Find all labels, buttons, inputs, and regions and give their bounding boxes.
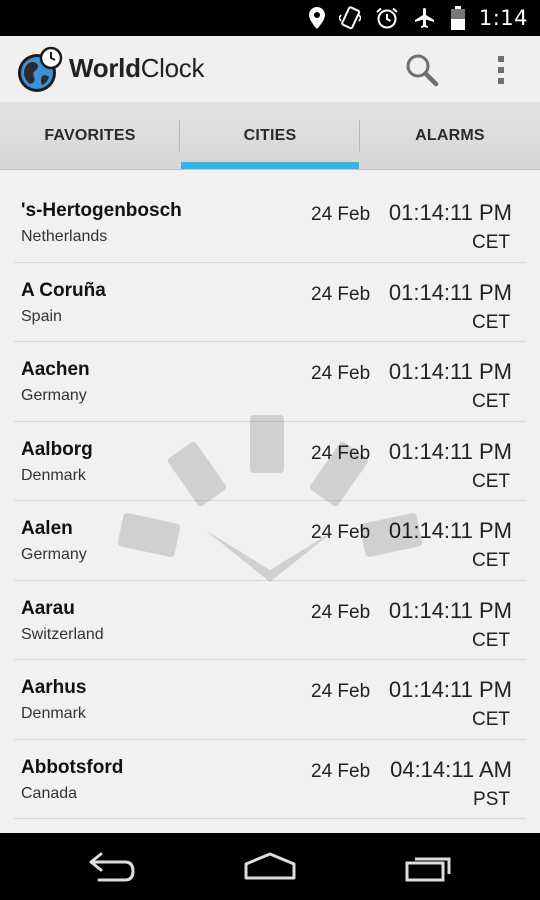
city-timezone: CET — [472, 470, 510, 492]
app-title-regular: Clock — [140, 53, 205, 83]
country-name: Denmark — [21, 466, 86, 484]
city-time: 01:14:11 PM — [388, 677, 512, 702]
search-icon — [406, 54, 439, 87]
back-icon — [89, 852, 135, 882]
city-time: 01:14:11 PM — [388, 597, 512, 623]
city-date: 24 Feb — [311, 760, 371, 782]
country-name: Netherlands — [21, 228, 108, 245]
city-row[interactable]: Aachen Germany 24 Feb 01:14:11 PM CET — [14, 342, 526, 422]
action-bar: WorldClock — [0, 36, 540, 102]
city-row[interactable]: Aalen Germany 24 Feb 01:14:11 PM CET — [14, 501, 526, 581]
country-name: Spain — [21, 307, 62, 325]
city-row[interactable]: Aalborg Denmark 24 Feb 01:14:11 PM CET — [14, 422, 526, 501]
tab-cities-label: CITIES — [243, 126, 297, 144]
city-timezone: PST — [473, 788, 510, 810]
city-date: 24 Feb — [311, 363, 371, 384]
app-title: WorldClock — [69, 53, 205, 84]
more-vert-icon — [498, 56, 504, 84]
status-time: 1:14 — [478, 6, 528, 30]
city-name: A Coruña — [21, 279, 106, 301]
recent-apps-icon — [405, 857, 451, 882]
city-time: 01:14:11 PM — [388, 359, 512, 384]
tab-favorites-label: FAVORITES — [44, 126, 136, 144]
country-name: Canada — [21, 784, 78, 802]
city-date: 24 Feb — [311, 283, 371, 305]
city-row[interactable]: A Coruña Spain 24 Feb 01:14:11 PM CET — [14, 263, 526, 342]
home-button[interactable] — [235, 847, 305, 887]
battery-icon — [450, 6, 465, 30]
city-name: Aachen — [21, 359, 90, 380]
country-name: Switzerland — [21, 625, 104, 643]
tab-bar: FAVORITES CITIES ALARMS — [0, 102, 540, 170]
city-row[interactable]: Abbotsford Canada 24 Feb 04:14:11 AM PST — [14, 740, 526, 819]
airplane-icon — [414, 8, 434, 28]
city-date: 24 Feb — [311, 442, 371, 464]
city-name: Aarhus — [21, 677, 87, 698]
city-timezone: CET — [472, 391, 510, 412]
home-icon — [244, 852, 296, 880]
search-button[interactable] — [400, 49, 444, 91]
city-row[interactable]: Aarhus Denmark 24 Feb 01:14:11 PM CET — [14, 660, 526, 740]
city-name: Aalborg — [21, 438, 93, 460]
city-name: Aalen — [21, 518, 73, 539]
city-time: 01:14:11 PM — [388, 438, 512, 464]
city-name: Abbotsford — [21, 756, 124, 778]
country-name: Germany — [21, 546, 87, 563]
city-time: 01:14:11 PM — [388, 200, 512, 225]
city-row[interactable]: 's-Hertogenbosch Netherlands 24 Feb 01:1… — [14, 183, 526, 263]
city-timezone: CET — [472, 550, 510, 571]
tab-alarms[interactable]: ALARMS — [360, 102, 540, 169]
back-button[interactable] — [77, 847, 147, 887]
app-title-bold: World — [69, 53, 141, 83]
tab-cities[interactable]: CITIES — [180, 102, 360, 169]
city-time: 04:14:11 AM — [390, 756, 512, 782]
tab-alarms-label: ALARMS — [415, 126, 485, 144]
city-date: 24 Feb — [311, 522, 371, 543]
city-time: 01:14:11 PM — [388, 279, 512, 305]
city-timezone: CET — [472, 709, 510, 730]
city-list[interactable]: 's-Hertogenbosch Netherlands 24 Feb 01:1… — [14, 183, 526, 833]
tab-favorites[interactable]: FAVORITES — [0, 102, 180, 169]
city-timezone: CET — [472, 232, 510, 253]
globe-clock-icon — [18, 46, 63, 92]
city-name: 's-Hertogenbosch — [21, 200, 182, 221]
vibrate-icon — [338, 6, 361, 30]
tab-selected-indicator — [181, 162, 359, 169]
alarm-icon — [376, 7, 398, 29]
status-bar: 1:14 — [0, 0, 540, 36]
recent-apps-button[interactable] — [394, 847, 464, 887]
country-name: Germany — [21, 387, 87, 404]
city-date: 24 Feb — [311, 681, 371, 702]
navigation-bar — [0, 833, 540, 900]
city-row[interactable]: Aarau Switzerland 24 Feb 01:14:11 PM CET — [14, 581, 526, 660]
city-date: 24 Feb — [311, 601, 371, 623]
city-timezone: CET — [472, 629, 510, 651]
city-date: 24 Feb — [311, 204, 371, 225]
city-name: Aarau — [21, 597, 75, 619]
overflow-menu-button[interactable] — [484, 49, 518, 91]
city-time: 01:14:11 PM — [388, 518, 512, 543]
country-name: Denmark — [21, 705, 86, 722]
city-timezone: CET — [472, 311, 510, 333]
location-icon — [308, 7, 325, 29]
